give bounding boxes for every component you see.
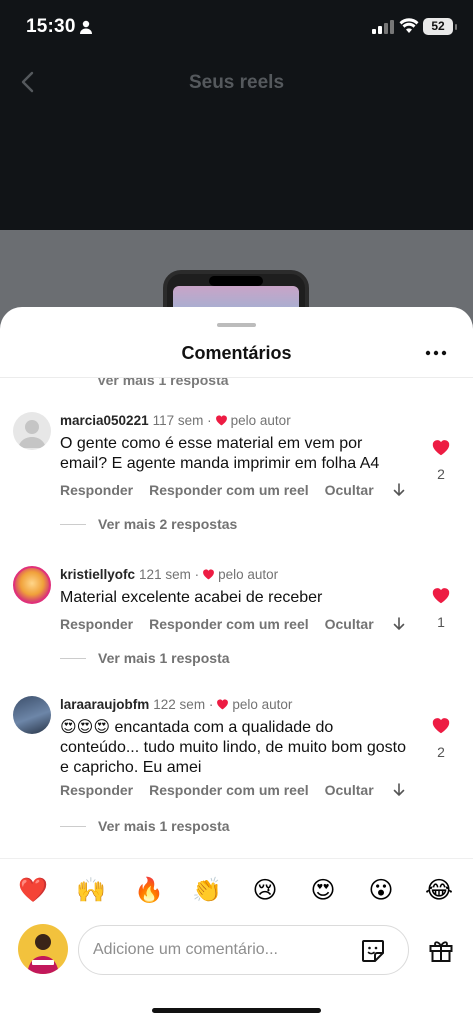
download-arrow-icon[interactable] <box>392 617 406 631</box>
comment-actions: Responder Responder com um reel Ocultar <box>60 782 406 798</box>
comment-username[interactable]: laraaraujobfm <box>60 697 149 712</box>
like-heart-icon[interactable] <box>431 716 451 734</box>
emoji-heart[interactable]: ❤️ <box>16 877 50 905</box>
drag-handle[interactable] <box>217 323 256 327</box>
reels-title: Seus reels <box>188 72 285 93</box>
heart-icon <box>217 699 229 710</box>
emoji-heart-eyes[interactable]: 😍 <box>306 877 340 905</box>
reply-with-reel-button[interactable]: Responder com um reel <box>149 482 309 498</box>
emoji-laugh[interactable]: 😂 <box>422 877 456 905</box>
comments-list: Ver mais 1 resposta marcia050221 117 sem … <box>0 378 473 858</box>
avatar[interactable] <box>13 412 51 450</box>
battery-indicator: 52 <box>423 18 457 35</box>
status-time: 15:30 <box>26 16 76 37</box>
comment-meta: kristiellyofc 121 sem · pelo autor <box>60 567 279 582</box>
comment-time: 121 sem <box>139 567 191 582</box>
comment-meta: marcia050221 117 sem · pelo autor <box>60 413 291 428</box>
reply-button[interactable]: Responder <box>60 616 133 632</box>
comment-time: 122 sem <box>153 697 206 712</box>
comment-username[interactable]: kristiellyofc <box>60 567 135 582</box>
comment-time: 117 sem <box>152 413 204 428</box>
wifi-icon <box>399 18 419 33</box>
reply-button[interactable]: Responder <box>60 482 133 498</box>
home-indicator <box>152 1008 321 1013</box>
quick-emoji-bar: ❤️ 🙌 🔥 👏 😢 😍 😮 😂 <box>0 858 473 918</box>
signal-icon <box>372 20 394 34</box>
comment-meta: laraaraujobfm 122 sem · pelo autor <box>60 697 293 712</box>
like-count: 2 <box>437 744 445 760</box>
comment-input[interactable] <box>93 938 343 962</box>
gift-icon[interactable] <box>428 937 454 963</box>
hide-button[interactable]: Ocultar <box>325 782 374 798</box>
comment-text: Material excelente acabei de receber <box>60 589 323 606</box>
comment-username[interactable]: marcia050221 <box>60 413 149 428</box>
more-options-icon[interactable] <box>423 343 449 363</box>
heart-icon <box>215 415 227 426</box>
emoji-clap[interactable]: 👏 <box>190 877 224 905</box>
comment-composer <box>78 925 409 975</box>
comment-actions: Responder Responder com um reel Ocultar <box>60 616 406 632</box>
comment-text: 😍😍😍 encantada com a qualidade do conteúd… <box>60 719 406 776</box>
like-heart-icon[interactable] <box>431 438 451 456</box>
emoji-cry[interactable]: 😢 <box>248 877 282 905</box>
hide-button[interactable]: Ocultar <box>325 482 374 498</box>
hide-button[interactable]: Ocultar <box>325 616 374 632</box>
status-bar: 15:30 52 <box>0 0 473 56</box>
liked-by-author-label: pelo autor <box>218 567 279 582</box>
like-count: 2 <box>437 466 445 482</box>
person-icon <box>80 20 92 34</box>
view-more-replies-partial[interactable]: Ver mais 1 resposta <box>97 378 229 388</box>
like-heart-icon[interactable] <box>431 586 451 604</box>
download-arrow-icon[interactable] <box>392 483 406 497</box>
reels-header: Seus reels <box>0 62 473 102</box>
liked-by-author-label: pelo autor <box>230 413 291 428</box>
user-photo-icon <box>27 934 59 974</box>
reply-with-reel-button[interactable]: Responder com um reel <box>149 616 309 632</box>
sticker-icon[interactable] <box>360 938 386 964</box>
like-count: 1 <box>437 614 445 630</box>
reply-with-reel-button[interactable]: Responder com um reel <box>149 782 309 798</box>
view-more-replies[interactable]: Ver mais 2 respostas <box>60 516 237 532</box>
sheet-title: Comentários <box>181 343 292 363</box>
comments-sheet: Comentários Ver mais 1 resposta marcia05… <box>0 307 473 1024</box>
avatar[interactable] <box>13 566 51 604</box>
emoji-surprised[interactable]: 😮 <box>364 877 398 905</box>
current-user-avatar <box>18 924 68 974</box>
view-more-replies[interactable]: Ver mais 1 resposta <box>60 818 230 834</box>
view-more-replies[interactable]: Ver mais 1 resposta <box>60 650 230 666</box>
reply-button[interactable]: Responder <box>60 782 133 798</box>
emoji-fire[interactable]: 🔥 <box>132 877 166 905</box>
avatar[interactable] <box>13 696 51 734</box>
comment-actions: Responder Responder com um reel Ocultar <box>60 482 406 498</box>
comment-text: O gente como é esse material em vem por … <box>60 435 380 472</box>
heart-icon <box>203 569 215 580</box>
liked-by-author-label: pelo autor <box>232 697 293 712</box>
default-avatar-icon <box>18 420 46 448</box>
emoji-raised-hands[interactable]: 🙌 <box>74 877 108 905</box>
download-arrow-icon[interactable] <box>392 783 406 797</box>
